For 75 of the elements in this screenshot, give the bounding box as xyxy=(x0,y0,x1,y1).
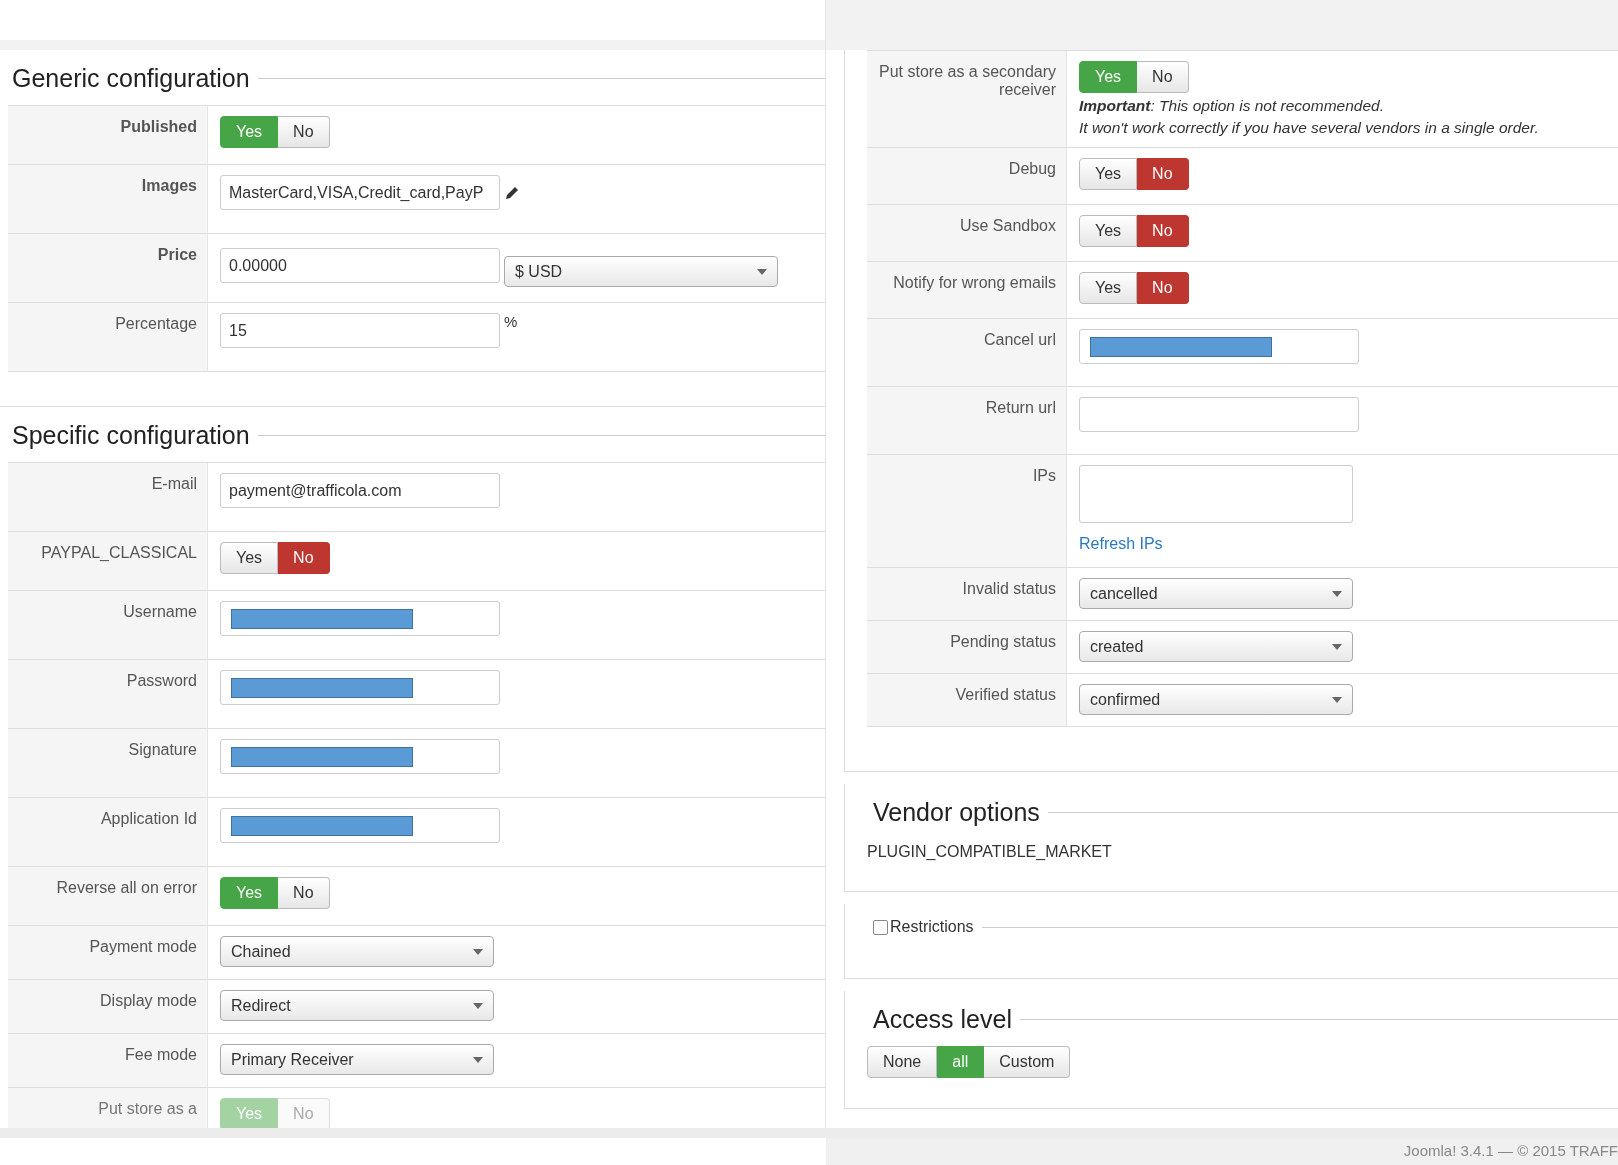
field-label: Put store as a secondary receiver xyxy=(879,63,1056,98)
toggle-option[interactable]: No xyxy=(1137,158,1189,190)
caret-icon xyxy=(473,1056,483,1063)
toggle-option[interactable]: Yes xyxy=(220,542,279,574)
price-field[interactable]: 0.00000 xyxy=(220,248,500,283)
section-title: Vendor options xyxy=(872,798,1040,827)
field-label: Images xyxy=(141,177,197,194)
access-option[interactable]: Custom xyxy=(984,1046,1071,1078)
section-title: Access level xyxy=(872,1005,1012,1034)
field-label: IPs xyxy=(1032,467,1056,484)
field-label: Pending status xyxy=(950,633,1056,650)
checkbox[interactable] xyxy=(873,919,888,935)
section-title: Specific configuration xyxy=(12,421,250,450)
field-label: Payment mode xyxy=(89,938,197,955)
input-field[interactable] xyxy=(220,739,500,774)
field-label: Username xyxy=(123,603,197,620)
toggle-option[interactable]: Yes xyxy=(1079,215,1138,247)
dropdown-select[interactable]: Redirect xyxy=(220,990,494,1021)
warning-note: Important: This option is not recommended. xyxy=(1079,97,1385,115)
vendor-text: PLUGIN_COMPATIBLE_MARKET xyxy=(867,842,1113,861)
field-label: E-mail xyxy=(151,475,197,492)
field-label: Application Id xyxy=(100,810,197,827)
section-title: Generic configuration xyxy=(12,64,250,93)
dropdown-select[interactable]: confirmed xyxy=(1079,684,1353,715)
toggle-option[interactable]: No xyxy=(1137,272,1189,304)
field-label: Price xyxy=(157,246,197,263)
caret-icon xyxy=(473,1002,483,1009)
field-label: Debug xyxy=(1008,160,1056,177)
toggle-option[interactable]: No xyxy=(278,116,330,148)
input-field[interactable] xyxy=(220,601,500,636)
refresh-link[interactable]: Refresh IPs xyxy=(1079,535,1163,553)
field-label: Fee mode xyxy=(124,1046,197,1063)
field-label: Display mode xyxy=(100,992,197,1009)
field-label: Reverse all on error xyxy=(56,879,197,896)
input-field[interactable] xyxy=(1079,397,1359,432)
unit-label: % xyxy=(504,313,518,330)
footer-text: Joomla! 3.4.1 — © 2015 TRAFF xyxy=(1403,1142,1618,1159)
field-label: Verified status xyxy=(955,686,1056,703)
text-field[interactable]: payment@trafficola.com xyxy=(220,473,500,508)
caret-icon xyxy=(1332,696,1342,703)
field-label: Cancel url xyxy=(983,331,1056,348)
input-field[interactable] xyxy=(220,670,500,705)
pencil-icon[interactable] xyxy=(504,184,520,201)
dropdown-select[interactable]: created xyxy=(1079,631,1353,662)
toggle-option[interactable]: Yes xyxy=(1079,158,1138,190)
caret-icon xyxy=(757,268,767,275)
text-field[interactable]: 15 xyxy=(220,313,500,348)
field-label: Notify for wrong emails xyxy=(893,274,1056,291)
input-field[interactable] xyxy=(1079,329,1359,364)
toggle-option[interactable]: No xyxy=(1137,61,1189,93)
dropdown-select[interactable]: cancelled xyxy=(1079,578,1353,609)
caret-icon xyxy=(1332,643,1342,650)
warning-note: It won't work correctly if you have several vendors in a single order. xyxy=(1079,119,1540,137)
checkbox-label[interactable]: Restrictions xyxy=(890,918,974,936)
field-label: Signature xyxy=(128,741,197,758)
toggle-option[interactable]: Yes xyxy=(1079,272,1138,304)
field-label: PAYPAL_CLASSICAL xyxy=(41,544,197,561)
toggle-option[interactable]: No xyxy=(1137,215,1189,247)
images-field[interactable]: MasterCard,VISA,Credit_card,PayP xyxy=(220,175,500,210)
field-label: Put store as a xyxy=(98,1100,197,1117)
dropdown-select[interactable]: Chained xyxy=(220,936,494,967)
toggle-option[interactable]: No xyxy=(278,542,330,574)
field-label: Return url xyxy=(985,399,1056,416)
toggle-option[interactable]: No xyxy=(278,877,330,909)
field-label: Invalid status xyxy=(962,580,1056,597)
currency-select[interactable]: $ USD xyxy=(504,256,778,287)
field-label: Password xyxy=(126,672,197,689)
field-label: Published xyxy=(120,118,197,135)
access-option[interactable]: None xyxy=(867,1046,938,1078)
field-label: Percentage xyxy=(115,315,197,332)
caret-icon xyxy=(1332,590,1342,597)
caret-icon xyxy=(473,948,483,955)
input-field[interactable] xyxy=(220,808,500,843)
field-label: Use Sandbox xyxy=(959,217,1056,234)
dropdown-select[interactable]: Primary Receiver xyxy=(220,1044,494,1075)
